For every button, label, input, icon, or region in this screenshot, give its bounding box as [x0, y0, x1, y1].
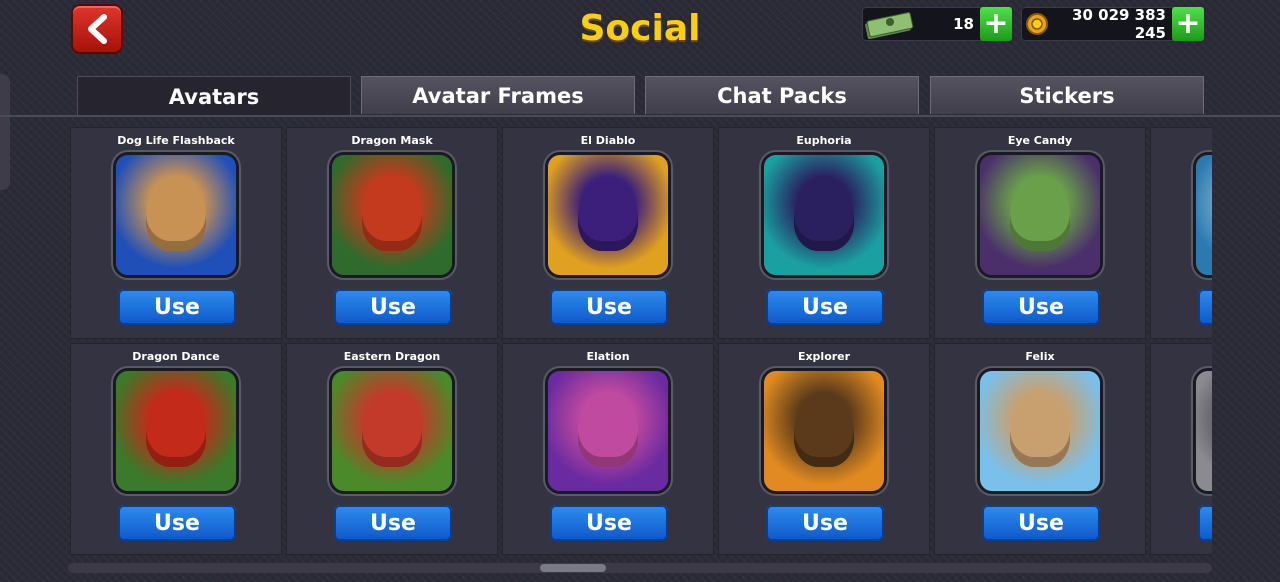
avatar-grid: Dog Life Flashback Use Dragon Mask Use El Di… — [70, 127, 1212, 555]
use-button[interactable]: Use — [982, 505, 1100, 541]
avatar-card: F Use — [1150, 343, 1212, 555]
avatar-card: Use — [1150, 127, 1212, 339]
avatar-figure — [794, 181, 854, 251]
eastern-dragon-avatar[interactable] — [332, 371, 452, 491]
avatar-card: Explorer Use — [718, 343, 930, 555]
avatar-figure — [146, 397, 206, 467]
cash-stack-icon — [865, 12, 914, 40]
side-drawer-handle[interactable] — [0, 74, 10, 190]
use-button[interactable]: Use — [1198, 505, 1212, 541]
use-button[interactable]: Use — [334, 505, 452, 541]
avatar-card: Elation Use — [502, 343, 714, 555]
use-button[interactable]: Use — [550, 505, 668, 541]
avatar-name: F — [1151, 350, 1212, 363]
tab-avatar-frames[interactable]: Avatar Frames — [361, 76, 635, 114]
witch-avatar[interactable] — [980, 155, 1100, 275]
avatar-name: Eastern Dragon — [343, 350, 441, 363]
avatar-name: Explorer — [797, 350, 851, 363]
use-button[interactable]: Use — [118, 289, 236, 325]
add-coins-button[interactable]: + — [1172, 7, 1204, 41]
use-button[interactable]: Use — [550, 289, 668, 325]
avatar-figure — [578, 181, 638, 251]
avatar-figure — [362, 397, 422, 467]
avatar-figure — [362, 181, 422, 251]
avatar-figure — [794, 397, 854, 467]
use-button[interactable]: Use — [982, 289, 1100, 325]
avatar-card: Dog Life Flashback Use — [70, 127, 282, 339]
dragon-dance-avatar[interactable] — [116, 371, 236, 491]
avatar-name: Dragon Mask — [351, 134, 433, 147]
use-button[interactable]: Use — [1198, 289, 1212, 325]
avatar-card: Dragon Dance Use — [70, 343, 282, 555]
avatar-name: Felix — [1025, 350, 1055, 363]
tab-avatars[interactable]: Avatars — [77, 76, 351, 116]
avatar-card: El Diablo Use — [502, 127, 714, 339]
avatar-name: Euphoria — [796, 134, 852, 147]
dragon-mask-avatar[interactable] — [332, 155, 452, 275]
horizontal-scrollbar[interactable] — [68, 563, 1212, 573]
coin-counter: 30 029 383 245 + — [1021, 6, 1204, 42]
avatar-figure — [1010, 181, 1070, 251]
avatar-name: Dragon Dance — [132, 350, 220, 363]
use-button[interactable]: Use — [766, 289, 884, 325]
use-button[interactable]: Use — [766, 505, 884, 541]
partial-avatar[interactable] — [1196, 155, 1212, 275]
tab-divider — [0, 115, 1280, 117]
cash-value: 18 — [953, 15, 974, 33]
avatar-figure — [578, 397, 638, 467]
scroll-thumb[interactable] — [540, 564, 606, 572]
use-button[interactable]: Use — [334, 289, 452, 325]
coin-value: 30 029 383 245 — [1072, 6, 1166, 42]
partial-avatar[interactable] — [1196, 371, 1212, 491]
avatar-figure — [146, 181, 206, 251]
avatar-card: Eye Candy Use — [934, 127, 1146, 339]
elation-avatar[interactable] — [548, 371, 668, 491]
avatar-card: Eastern Dragon Use — [286, 343, 498, 555]
wrestler-avatar[interactable] — [548, 155, 668, 275]
coin-icon — [1026, 13, 1048, 35]
add-cash-button[interactable]: + — [980, 7, 1012, 41]
tab-stickers[interactable]: Stickers — [930, 76, 1204, 114]
chihuahua-avatar[interactable] — [116, 155, 236, 275]
avatar-card: Felix Use — [934, 343, 1146, 555]
explorer-avatar[interactable] — [764, 371, 884, 491]
avatar-name: Eye Candy — [1007, 134, 1073, 147]
avatar-card: Dragon Mask Use — [286, 127, 498, 339]
avatar-name: Elation — [586, 350, 630, 363]
avatar-figure — [1010, 397, 1070, 467]
cyber-girl-avatar[interactable] — [764, 155, 884, 275]
avatar-name: Dog Life Flashback — [117, 134, 235, 147]
cat-avatar[interactable] — [980, 371, 1100, 491]
avatar-card: Euphoria Use — [718, 127, 930, 339]
use-button[interactable]: Use — [118, 505, 236, 541]
avatar-name: El Diablo — [580, 134, 636, 147]
tab-chat-packs[interactable]: Chat Packs — [645, 76, 919, 114]
cash-counter: 18 + — [862, 7, 1012, 41]
